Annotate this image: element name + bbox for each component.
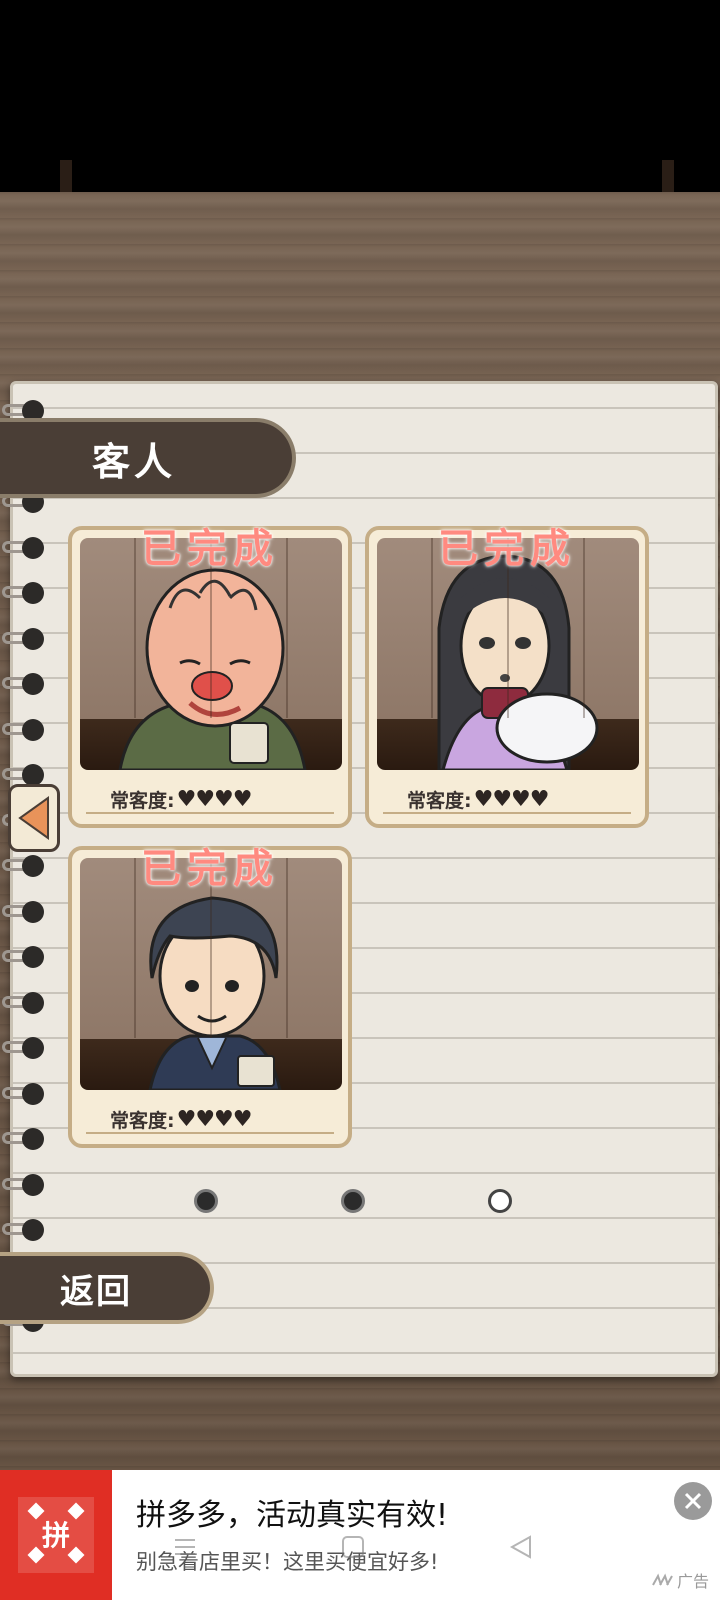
regular-rating: 常客度: ♥♥♥♥ <box>110 786 252 813</box>
spiral-ring <box>2 673 46 697</box>
rating-label: 常客度: <box>110 790 175 812</box>
page-title: 客人 <box>0 418 296 498</box>
pinduoduo-logo-icon: 拼 <box>18 1497 94 1573</box>
customer-card-1[interactable]: 已完成 常客度: ♥♥♥♥ <box>68 526 352 828</box>
hearts-icon: ♥♥♥♥ <box>473 787 550 812</box>
hearts-icon: ♥♥♥♥ <box>176 1107 253 1132</box>
divider <box>86 1132 334 1134</box>
rating-label: 常客度: <box>110 1110 175 1132</box>
spiral-ring <box>2 1174 46 1198</box>
back-nav-icon[interactable] <box>508 1534 534 1560</box>
divider <box>86 812 334 814</box>
ad-label: 广告 <box>652 1568 709 1592</box>
spiral-ring <box>2 901 46 925</box>
back-button[interactable]: 返回 <box>0 1252 214 1324</box>
rating-label: 常客度: <box>407 790 472 812</box>
spiral-ring <box>2 946 46 970</box>
ad-headline: 拼多多，活动真实有效! <box>136 1498 449 1533</box>
page-indicator-3-current[interactable] <box>488 1189 512 1213</box>
wood-post <box>662 160 674 192</box>
home-icon[interactable] <box>340 1534 366 1560</box>
spiral-ring <box>2 1128 46 1152</box>
close-icon <box>684 1492 702 1510</box>
spiral-ring <box>2 855 46 879</box>
spiral-ring <box>2 719 46 743</box>
spiral-ring <box>2 1037 46 1061</box>
page-indicator-2[interactable] <box>341 1189 365 1213</box>
divider <box>383 812 631 814</box>
previous-page-button[interactable] <box>8 784 60 852</box>
completed-stamp: 已完成 <box>141 846 279 892</box>
menu-icon[interactable] <box>172 1534 198 1560</box>
regular-rating: 常客度: ♥♥♥♥ <box>110 1106 252 1133</box>
spiral-ring <box>2 582 46 606</box>
spiral-ring <box>2 1083 46 1107</box>
completed-stamp: 已完成 <box>438 526 576 572</box>
customer-card-3[interactable]: 已完成 常客度: ♥♥♥♥ <box>68 846 352 1148</box>
ad-network-icon <box>652 1573 673 1586</box>
svg-text:拼: 拼 <box>42 1519 70 1552</box>
regular-rating: 常客度: ♥♥♥♥ <box>407 786 549 813</box>
ad-label-text: 广告 <box>677 1572 710 1591</box>
ad-close-button[interactable] <box>674 1482 712 1520</box>
completed-stamp: 已完成 <box>141 526 279 572</box>
hearts-icon: ♥♥♥♥ <box>176 787 253 812</box>
spiral-ring <box>2 1219 46 1243</box>
spiral-ring <box>2 992 46 1016</box>
spiral-ring <box>2 628 46 652</box>
triangle-left-icon <box>18 796 49 840</box>
top-black-bar <box>0 0 720 192</box>
wood-post <box>60 160 72 192</box>
page-indicator-1[interactable] <box>194 1189 218 1213</box>
pinduoduo-logo: 拼 <box>0 1470 112 1600</box>
customer-card-2[interactable]: 已完成 常客度: ♥♥♥♥ <box>365 526 649 828</box>
spiral-ring <box>2 537 46 561</box>
